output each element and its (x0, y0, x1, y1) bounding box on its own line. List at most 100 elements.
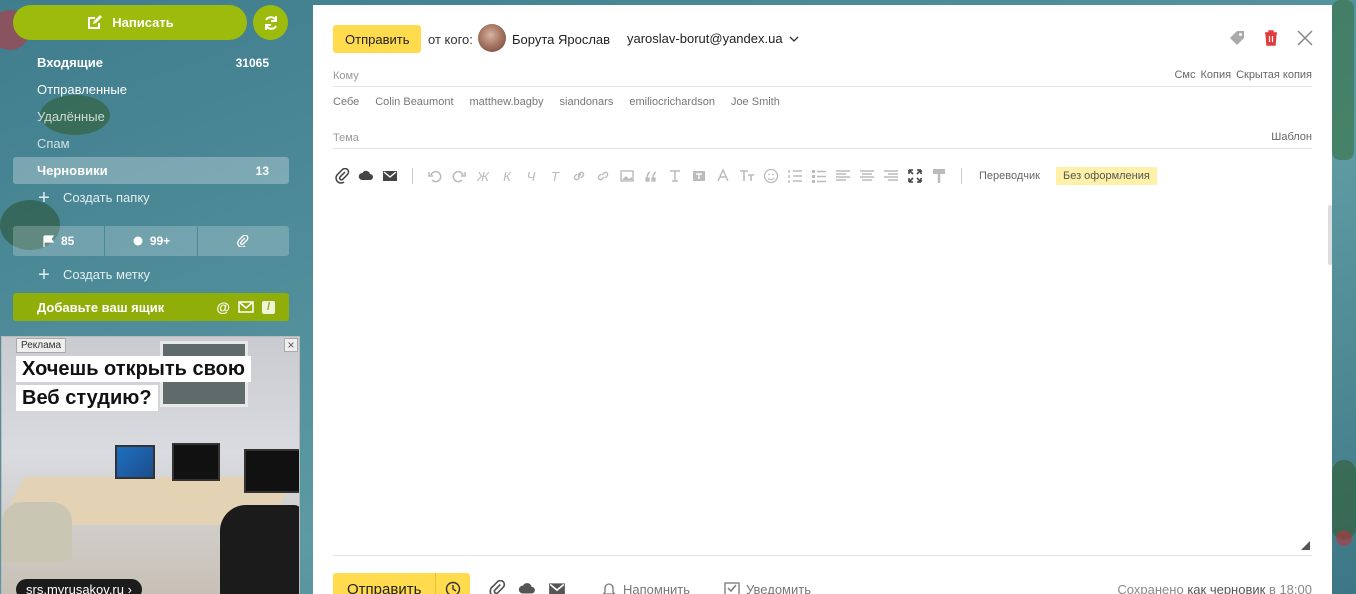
from-label: от кого: (428, 32, 473, 47)
undo-button[interactable] (426, 167, 444, 185)
remind-button[interactable]: Напомнить (601, 581, 690, 594)
message-body[interactable] (333, 200, 1312, 550)
plain-text-toggle[interactable]: Без оформления (1055, 167, 1157, 185)
close-icon[interactable] (1296, 29, 1314, 47)
ad-close-icon[interactable]: × (284, 338, 298, 352)
folder-count: 31065 (235, 55, 269, 70)
contact-suggestion[interactable]: emiliocrichardson (629, 96, 715, 108)
bcc-button[interactable]: Скрытая копия (1236, 69, 1312, 81)
add-mailbox-button[interactable]: Добавьте ваш ящик @ / (13, 293, 289, 321)
create-label-button[interactable]: + Создать метку (13, 261, 289, 288)
scrollbar[interactable] (1328, 205, 1332, 265)
folder-deleted[interactable]: Удалённые (13, 103, 289, 130)
cloud-attach-button[interactable] (357, 167, 375, 185)
cloud-icon[interactable] (518, 580, 536, 594)
image-icon (620, 170, 634, 182)
filter-unread[interactable]: 99+ (105, 226, 197, 256)
saved-prefix: Сохранено (1117, 582, 1184, 594)
drafts-link[interactable]: как черновик (1187, 582, 1265, 594)
mail-attach-button[interactable] (381, 167, 399, 185)
fullscreen-button[interactable] (906, 167, 924, 185)
unread-count: 99+ (149, 234, 171, 248)
background-leaf (1332, 0, 1354, 160)
slash-icon: / (262, 300, 275, 314)
paperclip-icon[interactable] (488, 580, 506, 594)
contact-suggestion[interactable]: matthew.bagby (470, 96, 544, 108)
create-folder-button[interactable]: + Создать папку (13, 184, 289, 211)
create-label-row: + Создать метку (13, 261, 289, 288)
link-button[interactable] (570, 167, 588, 185)
align-right-button[interactable] (882, 167, 900, 185)
pencil-icon (88, 14, 103, 29)
folder-spam[interactable]: Спам (13, 130, 289, 157)
clear-format-button[interactable] (930, 167, 948, 185)
numbered-list-button[interactable] (786, 167, 804, 185)
compose-button[interactable]: Написать (13, 5, 247, 40)
contact-suggestion[interactable]: Colin Beaumont (375, 96, 453, 108)
unlink-button[interactable] (594, 167, 612, 185)
sms-button[interactable]: Смс (1174, 69, 1195, 81)
translator-button[interactable]: Переводчик (979, 170, 1040, 182)
toolbar-divider (961, 168, 962, 184)
expand-icon (908, 169, 922, 183)
undo-icon (428, 170, 442, 183)
chevron-down-icon (789, 36, 799, 42)
flagged-count: 85 (60, 234, 75, 248)
tag-icon[interactable] (1228, 29, 1246, 47)
contact-suggestion[interactable]: Joe Smith (731, 96, 780, 108)
remind-label: Напомнить (623, 581, 690, 594)
image-button[interactable] (618, 167, 636, 185)
filter-attachments[interactable] (197, 226, 289, 256)
trash-icon[interactable] (1262, 29, 1280, 47)
template-button[interactable]: Шаблон (1271, 131, 1312, 143)
ad-badge: Реклама (16, 338, 67, 353)
font-button[interactable] (738, 167, 756, 185)
refresh-icon (264, 15, 277, 30)
ad-link[interactable]: srs.myrusakov.ru › (16, 579, 142, 594)
ad-headline: Веб студию? (16, 385, 158, 411)
send-button-top[interactable]: Отправить (333, 25, 422, 53)
sender-email: yaroslav-borut@yandex.ua (627, 31, 783, 46)
envelope-icon[interactable] (548, 580, 566, 594)
italic-button[interactable]: К (498, 167, 516, 185)
folder-inbox[interactable]: Входящие 31065 (13, 49, 289, 76)
subject-field[interactable]: Тема Шаблон (333, 129, 1312, 149)
redo-button[interactable] (450, 167, 468, 185)
strikethrough-button[interactable]: Т (546, 167, 564, 185)
to-field[interactable]: Кому Смс Копия Скрытая копия (333, 67, 1312, 87)
folder-drafts[interactable]: Черновики 13 (13, 157, 289, 184)
attach-button[interactable] (333, 167, 351, 185)
contact-suggestion[interactable]: Себе (333, 96, 359, 108)
align-center-button[interactable] (858, 167, 876, 185)
create-label-text: Создать метку (63, 267, 151, 282)
font-size-button[interactable] (666, 167, 684, 185)
add-mailbox-label: Добавьте ваш ящик (37, 299, 165, 315)
sender-email-select[interactable]: yaroslav-borut@yandex.ua (627, 31, 799, 46)
plus-icon: + (38, 186, 50, 209)
align-left-button[interactable] (834, 167, 852, 185)
quote-button[interactable] (642, 167, 660, 185)
bulleted-list-button[interactable] (810, 167, 828, 185)
filter-flagged[interactable]: 85 (13, 226, 105, 256)
redo-icon (452, 170, 466, 183)
folder-label: Черновики (37, 163, 108, 178)
smiley-icon (763, 168, 779, 184)
text-height-icon (670, 170, 680, 182)
at-icon: @ (216, 299, 230, 315)
delayed-send-button[interactable] (436, 573, 470, 594)
folder-sent[interactable]: Отправленные (13, 76, 289, 103)
refresh-button[interactable] (253, 5, 288, 40)
contact-suggestion[interactable]: siandonars (560, 96, 614, 108)
text-style-button[interactable] (690, 167, 708, 185)
bold-button[interactable]: Ж (474, 167, 492, 185)
folder-label: Спам (37, 136, 70, 151)
send-button-bottom[interactable]: Отправить (333, 573, 471, 594)
cc-button[interactable]: Копия (1200, 69, 1231, 81)
text-color-button[interactable] (714, 167, 732, 185)
ad-monitor (115, 445, 155, 479)
emoji-button[interactable] (762, 167, 780, 185)
notify-button[interactable]: Уведомить (724, 581, 811, 594)
resize-handle[interactable] (1301, 541, 1310, 550)
underline-button[interactable]: Ч (522, 167, 540, 185)
advertisement[interactable]: Реклама × Хочешь открыть свою Веб студию… (1, 336, 300, 594)
